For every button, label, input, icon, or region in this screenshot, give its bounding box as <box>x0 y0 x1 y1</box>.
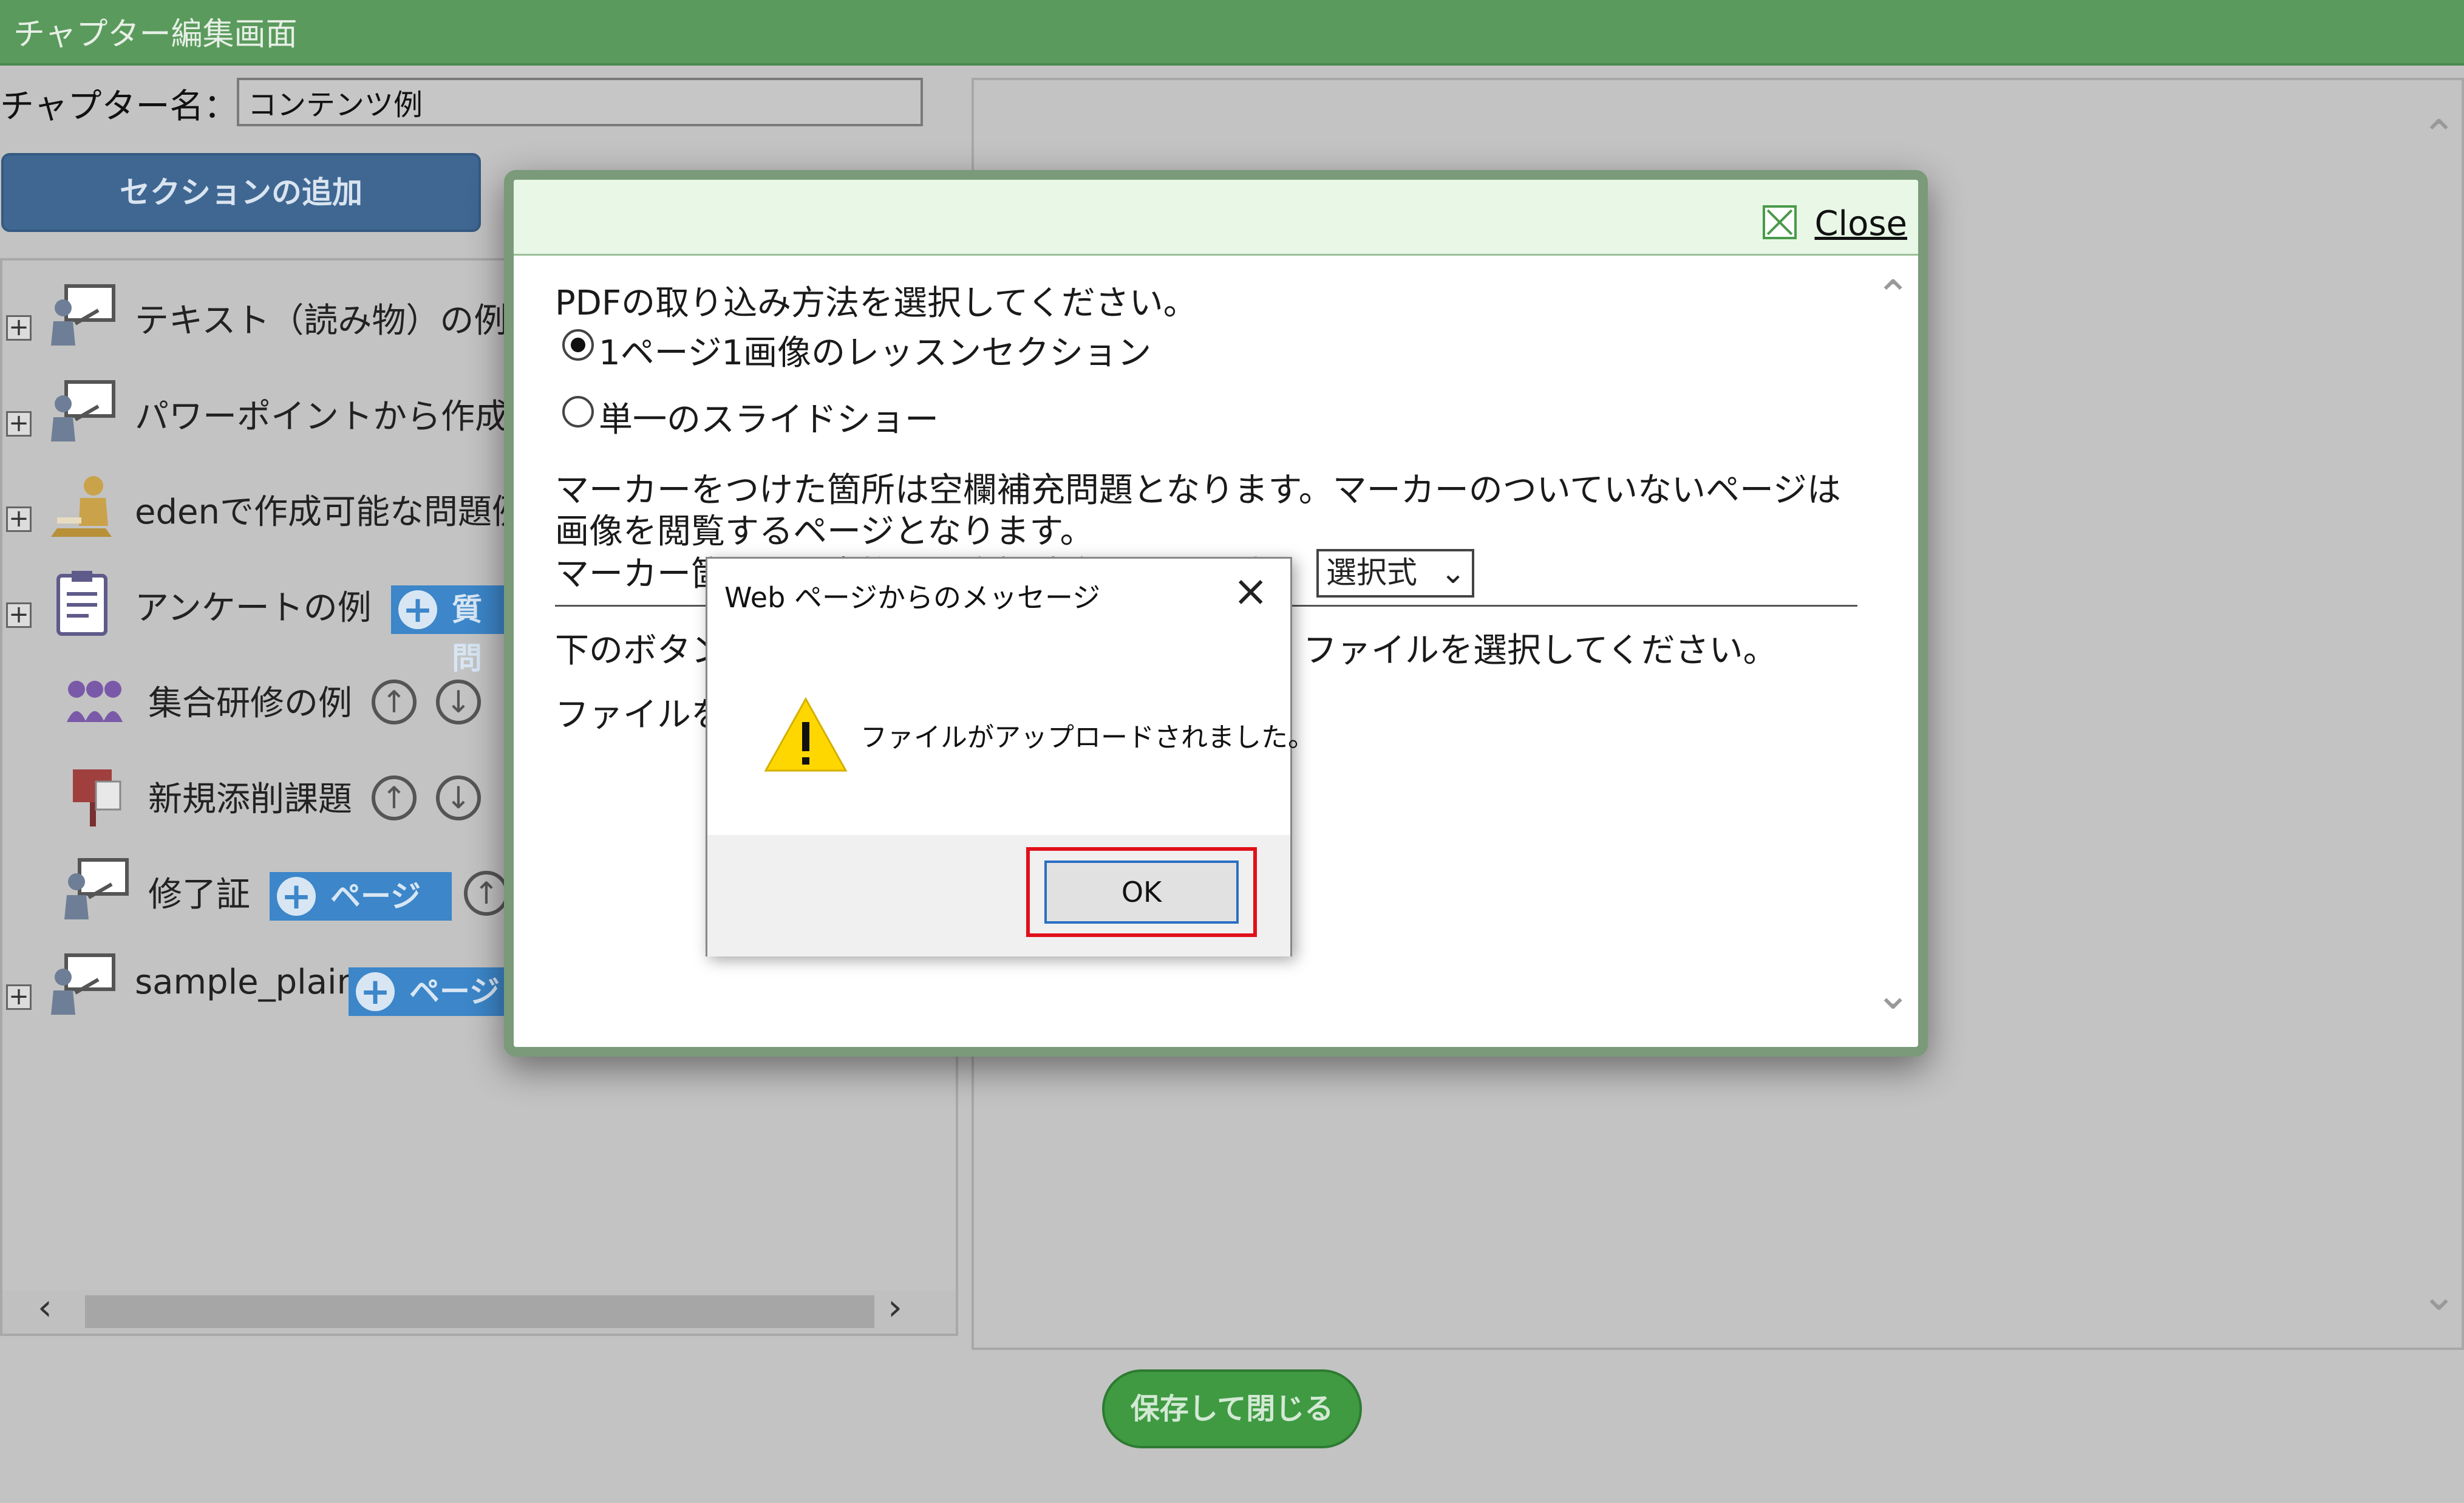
tree-row-label: テキスト（読み物）の例 <box>135 301 508 341</box>
expand-icon[interactable]: + <box>6 411 32 437</box>
scroll-up-icon[interactable]: ⌃ <box>2421 111 2457 160</box>
page-title: チャプター編集画面 <box>13 16 298 53</box>
chapter-name-label: チャプター名： <box>0 87 238 126</box>
save-and-close-button[interactable]: 保存して閉じる <box>1102 1369 1362 1448</box>
add-page-button[interactable]: + ページ <box>349 967 506 1016</box>
radio-lesson-section[interactable] <box>562 329 594 361</box>
blank-format-select[interactable]: 選択式 ⌄ <box>1316 549 1474 598</box>
upload-instruction-right: ファイルを選択してください。 <box>1303 631 1777 670</box>
close-link[interactable]: Close <box>1814 204 1907 244</box>
file-label: ファイルを <box>555 695 725 735</box>
warning-icon <box>764 697 848 772</box>
move-up-icon[interactable]: ↑ <box>372 680 417 724</box>
add-section-button[interactable]: セクションの追加 <box>1 153 481 232</box>
scroll-down-icon[interactable]: ⌄ <box>2421 1270 2457 1320</box>
expand-icon[interactable]: + <box>6 315 32 341</box>
modal-scroll-down-icon[interactable]: ⌄ <box>1875 969 1911 1019</box>
upload-instruction-left: 下のボタン <box>555 631 725 670</box>
add-question-button[interactable]: + 質問 <box>391 585 506 676</box>
alert-title: Web ページからのメッセージ <box>724 581 1101 614</box>
move-down-icon[interactable]: ↓ <box>436 775 481 820</box>
option-slideshow-label[interactable]: 単一のスライドショー <box>599 392 939 441</box>
import-prompt: PDFの取り込み方法を選択してください。 <box>555 284 1197 323</box>
tree-row-label: edenで作成可能な問題例 <box>135 492 526 532</box>
post-assignment-icon <box>73 769 121 826</box>
scrollbar-thumb[interactable] <box>85 1295 874 1328</box>
plus-icon: + <box>277 877 316 916</box>
modal-header: Close <box>514 180 1918 256</box>
radio-slideshow[interactable] <box>562 396 594 428</box>
certificate-lesson-icon <box>64 858 129 919</box>
ok-button[interactable]: OK <box>1044 861 1239 924</box>
description-line: 画像を閲覧するページとなります。 <box>555 512 1094 551</box>
chapter-name-input[interactable] <box>237 78 923 126</box>
expand-icon[interactable]: + <box>6 506 32 532</box>
lesson-icon <box>51 380 115 441</box>
tree-row-label: 新規添削課題 <box>148 780 352 819</box>
alert-dialog: Web ページからのメッセージ × ファイルがアップロードされました。 OK <box>706 557 1315 956</box>
close-icon[interactable] <box>1763 205 1797 239</box>
alert-message: ファイルがアップロードされました。 <box>860 722 1315 753</box>
survey-clipboard-icon <box>56 571 107 636</box>
scroll-left-icon[interactable]: ‹ <box>38 1286 52 1329</box>
tree-row-label: 修了証 <box>148 875 250 915</box>
move-down-icon[interactable]: ↓ <box>436 680 481 724</box>
option-lesson-section-label[interactable]: 1ページ1画像のレッスンセクション <box>599 325 1151 375</box>
plus-icon: + <box>356 972 395 1011</box>
expand-icon[interactable]: + <box>6 602 32 628</box>
modal-scroll-up-icon[interactable]: ⌃ <box>1875 271 1911 321</box>
tree-row-label: パワーポイントから作成 <box>135 397 509 437</box>
tree-row-label: 集合研修の例 <box>148 684 352 723</box>
expand-icon[interactable]: + <box>6 984 32 1010</box>
move-up-icon[interactable]: ↑ <box>464 871 509 916</box>
chevron-down-icon: ⌄ <box>1440 555 1466 590</box>
tree-row-label: sample_plain <box>135 963 359 1002</box>
move-up-icon[interactable]: ↑ <box>372 775 417 820</box>
scroll-right-icon[interactable]: › <box>888 1286 902 1329</box>
close-icon[interactable]: × <box>1233 566 1268 616</box>
add-page-button[interactable]: + ページ <box>270 872 452 921</box>
lesson-icon <box>51 284 115 346</box>
quiz-person-icon <box>51 476 112 537</box>
page-header: チャプター編集画面 <box>0 0 2464 66</box>
tree-row-label: アンケートの例 <box>135 588 372 628</box>
lesson-icon <box>51 953 115 1015</box>
group-training-icon <box>67 681 123 722</box>
plus-icon: + <box>398 590 437 629</box>
